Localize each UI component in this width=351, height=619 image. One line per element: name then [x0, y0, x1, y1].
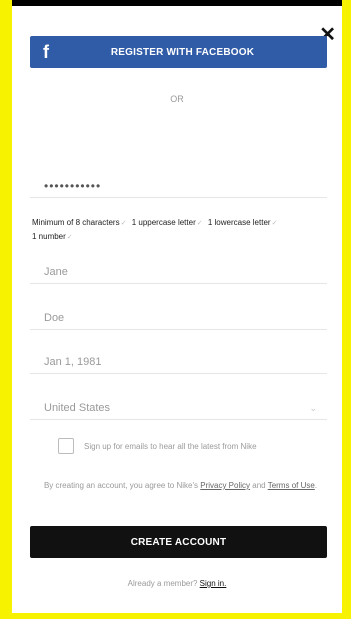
rule-lowercase: 1 lowercase letter [207, 218, 271, 227]
check-icon: ✓ [196, 220, 203, 227]
terms-text: By creating an account, you agree to Nik… [38, 480, 323, 492]
check-icon: ✓ [271, 220, 278, 227]
terms-suffix: . [314, 481, 318, 490]
check-icon: ✓ [66, 234, 73, 241]
create-account-button[interactable]: CREATE ACCOUNT [30, 526, 327, 558]
or-divider: OR [170, 94, 184, 104]
password-field[interactable]: ••••••••••• [30, 174, 327, 198]
first-name-field[interactable]: Jane [30, 260, 327, 284]
bottom-yellow-border [0, 613, 351, 619]
email-signup-label: Sign up for emails to hear all the lates… [84, 441, 257, 451]
rule-uppercase: 1 uppercase letter [131, 218, 196, 227]
password-requirements: Minimum of 8 characters✓ 1 uppercase let… [32, 216, 327, 244]
left-yellow-border [0, 0, 12, 619]
registration-modal: ✕ f REGISTER WITH FACEBOOK OR ••••••••••… [12, 6, 342, 613]
terms-and: and [250, 481, 268, 490]
check-icon: ✓ [120, 220, 127, 227]
sign-in-link[interactable]: Sign in. [200, 579, 227, 588]
already-member-text: Already a member? Sign in. [12, 579, 342, 588]
country-select[interactable]: United States ⌄ [30, 396, 327, 420]
chevron-down-icon: ⌄ [309, 403, 317, 413]
right-yellow-border [342, 0, 351, 619]
rule-number: 1 number [32, 232, 66, 241]
register-with-facebook-button[interactable]: f REGISTER WITH FACEBOOK [30, 36, 327, 68]
terms-prefix: By creating an account, you agree to Nik… [43, 481, 201, 490]
rule-min-characters: Minimum of 8 characters [32, 218, 120, 227]
facebook-button-label: REGISTER WITH FACEBOOK [110, 46, 255, 58]
country-value: United States [44, 402, 111, 414]
already-member-prefix: Already a member? [127, 579, 200, 588]
privacy-policy-link[interactable]: Privacy Policy [200, 481, 250, 490]
email-signup-checkbox[interactable] [58, 438, 74, 454]
email-signup-row[interactable]: Sign up for emails to hear all the lates… [58, 438, 328, 454]
facebook-icon: f [43, 41, 49, 62]
terms-of-use-link[interactable]: Terms of Use [268, 481, 315, 490]
date-of-birth-field[interactable]: Jan 1, 1981 [30, 350, 327, 374]
last-name-field[interactable]: Doe [30, 306, 327, 330]
